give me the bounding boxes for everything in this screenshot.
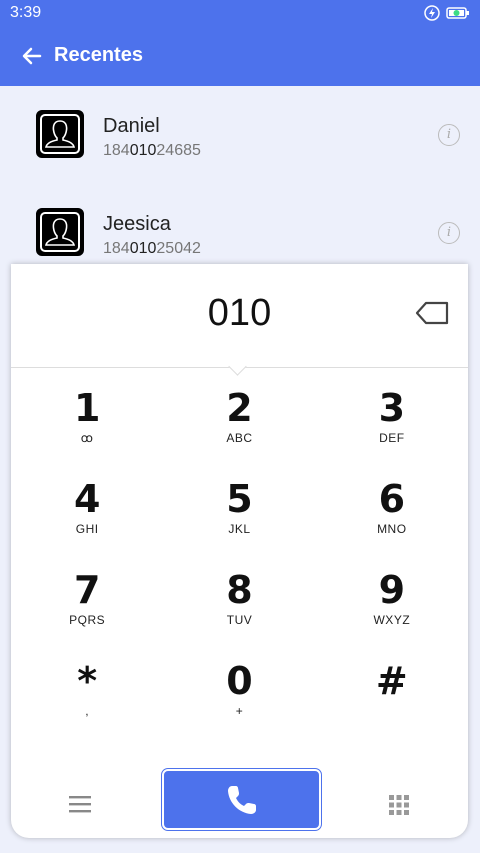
key-letters: WXYZ (373, 613, 411, 627)
menu-icon[interactable] (69, 795, 91, 813)
list-item[interactable]: Daniel 18401024685 i (0, 86, 480, 184)
key-letters: PQRS (69, 613, 106, 627)
key-digit: 1 (73, 386, 101, 430)
back-arrow-icon[interactable] (20, 44, 44, 68)
call-button[interactable] (162, 769, 321, 830)
key-hash[interactable]: # (316, 640, 468, 731)
battery-icon (446, 7, 469, 19)
key-digit: * (77, 659, 98, 703)
app-bar: Recentes (0, 26, 480, 86)
key-6[interactable]: 6 MNO (316, 458, 468, 549)
key-2[interactable]: 2 ABC (163, 367, 315, 458)
key-digit: 2 (226, 386, 253, 430)
contact-silhouette-icon (40, 212, 80, 252)
status-icons (424, 5, 470, 21)
key-digit: 3 (378, 386, 406, 430)
phone-icon (227, 785, 256, 814)
key-digit: # (375, 659, 408, 703)
number-display: 010 (11, 264, 468, 376)
key-letters: MNO (377, 522, 407, 536)
key-digit: 5 (226, 477, 253, 521)
key-0[interactable]: 0 + (163, 640, 315, 731)
key-3[interactable]: 3 DEF (316, 367, 468, 458)
key-7[interactable]: 7 PQRS (11, 549, 163, 640)
key-digit: 7 (73, 568, 101, 612)
page-title: Recentes (54, 44, 143, 66)
info-icon[interactable]: i (438, 124, 460, 146)
contact-number: 18401025042 (103, 240, 201, 257)
dialer-bottom-bar (11, 769, 468, 830)
key-4[interactable]: 4 GHI (11, 458, 163, 549)
key-digit: 8 (226, 568, 253, 612)
contact-silhouette-icon (40, 114, 80, 154)
key-letters: JKL (228, 522, 251, 536)
contact-number: 18401024685 (103, 142, 201, 159)
status-time: 3:39 (10, 4, 42, 21)
key-letters: ABC (226, 431, 253, 445)
key-star[interactable]: *, (11, 640, 163, 731)
backspace-icon[interactable] (414, 300, 450, 326)
key-letters: DEF (379, 431, 405, 445)
status-bar: 3:39 (0, 0, 480, 26)
key-5[interactable]: 5 JKL (163, 458, 315, 549)
info-icon[interactable]: i (438, 222, 460, 244)
key-8[interactable]: 8 TUV (163, 549, 315, 640)
key-1[interactable]: 1ꝏ (11, 367, 163, 458)
key-digit: 6 (378, 477, 406, 521)
dialer-panel: 010 1ꝏ 2 ABC 3 DEF 4 GHI 5 JKL 6 MNO 7 PQRS 8T… (11, 264, 468, 838)
key-digit: 4 (73, 477, 101, 521)
key-letters: + (235, 704, 244, 718)
key-letters: TUV (226, 613, 253, 627)
keypad: 1ꝏ 2 ABC 3 DEF 4 GHI 5 JKL 6 MNO 7 PQRS 8 TUV 9… (11, 367, 468, 731)
bolt-icon (424, 5, 440, 21)
recent-calls-list: Daniel 18401024685 i Jeesica 18401025042… (0, 86, 480, 282)
avatar (36, 110, 84, 158)
dialed-number: 010 (207, 292, 272, 334)
dialpad-icon[interactable] (389, 795, 409, 815)
contact-name: Daniel (103, 115, 160, 137)
key-letters: , (85, 704, 90, 718)
key-digit: 9 (378, 568, 406, 612)
key-digit: 0 (226, 659, 253, 703)
avatar (36, 208, 84, 256)
voicemail-icon: ꝏ (80, 431, 94, 445)
key-letters: GHI (75, 522, 99, 536)
key-9[interactable]: 9 WXYZ (316, 549, 468, 640)
contact-name: Jeesica (103, 213, 171, 235)
